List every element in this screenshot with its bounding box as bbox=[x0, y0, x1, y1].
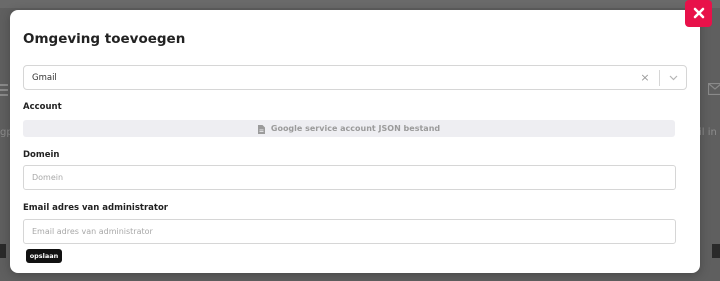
domain-input[interactable] bbox=[23, 165, 676, 190]
provider-select[interactable]: Gmail × bbox=[23, 65, 687, 90]
background-mail-icon bbox=[707, 82, 720, 96]
document-icon bbox=[257, 119, 265, 138]
background-menu-icon bbox=[0, 84, 8, 96]
background-text-right: il in bbox=[699, 127, 717, 138]
upload-label: Google service account JSON bestand bbox=[270, 124, 441, 133]
select-separator bbox=[659, 69, 660, 86]
background-header bbox=[0, 0, 720, 8]
close-icon bbox=[693, 4, 705, 23]
provider-select-value: Gmail bbox=[32, 72, 57, 83]
account-label: Account bbox=[23, 102, 62, 112]
admin-email-label: Email adres van administrator bbox=[23, 203, 168, 213]
background-block-left bbox=[0, 244, 6, 258]
clear-icon[interactable]: × bbox=[637, 71, 653, 84]
json-file-upload[interactable]: Google service account JSON bestand bbox=[23, 120, 675, 137]
modal-title: Omgeving toevoegen bbox=[23, 31, 186, 47]
close-button[interactable] bbox=[685, 0, 712, 27]
background-block-right bbox=[712, 244, 720, 258]
save-button[interactable]: opslaan bbox=[26, 249, 62, 263]
admin-email-input[interactable] bbox=[23, 219, 676, 244]
chevron-down-icon[interactable] bbox=[666, 75, 680, 81]
domain-label: Domein bbox=[23, 150, 60, 160]
add-environment-modal: Omgeving toevoegen Gmail × Account Googl… bbox=[10, 10, 700, 273]
